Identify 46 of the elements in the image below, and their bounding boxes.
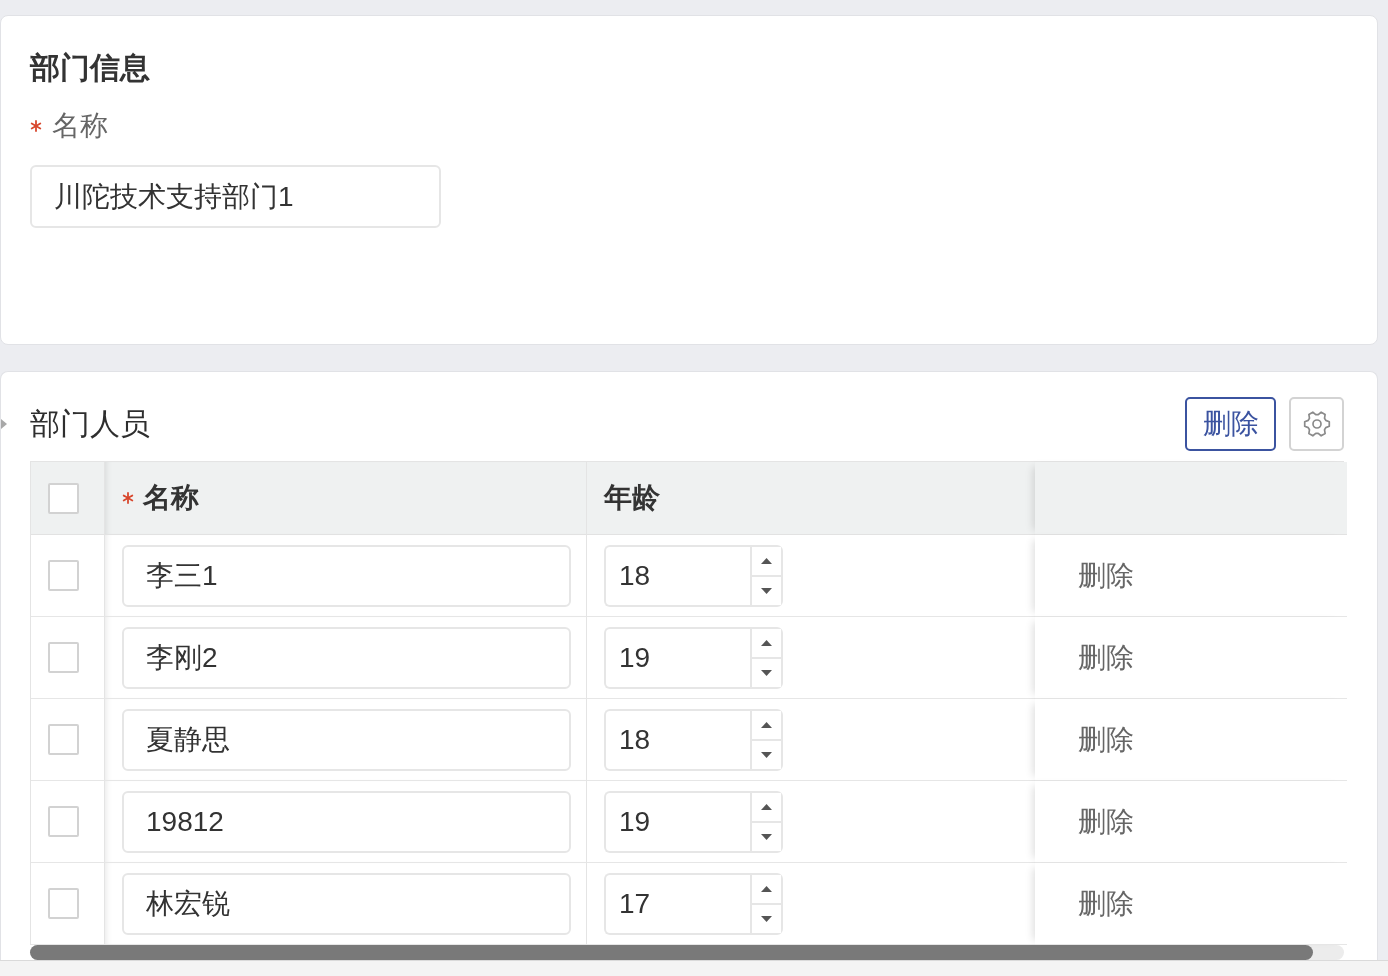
row-checkbox[interactable] [48, 560, 79, 591]
caret-up-icon [761, 803, 772, 810]
name-input[interactable]: 夏静思 [122, 708, 571, 771]
name-field[interactable]: 川陀技术支持部门1 [30, 165, 441, 228]
age-input[interactable]: 17 [604, 872, 750, 935]
row-checkbox[interactable] [48, 806, 79, 837]
caret-up-icon [761, 639, 772, 646]
field-label: 名称 [52, 109, 108, 143]
settings-icon [1302, 410, 1331, 438]
decrement-button[interactable] [752, 574, 781, 605]
delete-link[interactable]: 删除 [1078, 554, 1134, 597]
delete-button[interactable]: 删除 [1185, 397, 1276, 451]
select-all-checkbox[interactable] [48, 482, 79, 514]
section-title: 部门信息 [30, 50, 150, 86]
delete-link[interactable]: 删除 [1078, 882, 1134, 925]
row-checkbox[interactable] [48, 888, 79, 919]
column-header: 名称 [143, 481, 199, 515]
age-input[interactable]: 18 [604, 544, 750, 607]
name-input[interactable]: 李刚2 [122, 626, 571, 689]
delete-link[interactable]: 删除 [1078, 636, 1134, 679]
caret-up-icon [761, 557, 772, 564]
name-input[interactable]: 19812 [122, 790, 571, 853]
age-input[interactable]: 18 [604, 708, 750, 771]
name-input[interactable]: 林宏锐 [122, 872, 571, 935]
caret-down-icon [761, 915, 772, 922]
caret-up-icon [761, 885, 772, 892]
caret-icon [1, 418, 8, 430]
caret-down-icon [761, 833, 772, 840]
column-header: 年龄 [604, 481, 660, 515]
decrement-button[interactable] [752, 738, 781, 769]
section-title: 部门人员 [30, 406, 150, 442]
delete-link[interactable]: 删除 [1078, 800, 1134, 843]
row-checkbox[interactable] [48, 642, 79, 673]
decrement-button[interactable] [752, 820, 781, 851]
decrement-button[interactable] [752, 902, 781, 933]
caret-up-icon [761, 721, 772, 728]
decrement-button[interactable] [752, 656, 781, 687]
age-input[interactable]: 19 [604, 626, 750, 689]
delete-link[interactable]: 删除 [1078, 718, 1134, 761]
caret-down-icon [761, 751, 772, 758]
row-checkbox[interactable] [48, 724, 79, 755]
settings-button[interactable] [1289, 397, 1344, 451]
name-input[interactable]: 李三1 [122, 544, 571, 607]
age-input[interactable]: 19 [604, 790, 750, 853]
caret-down-icon [761, 587, 772, 594]
caret-down-icon [761, 669, 772, 676]
